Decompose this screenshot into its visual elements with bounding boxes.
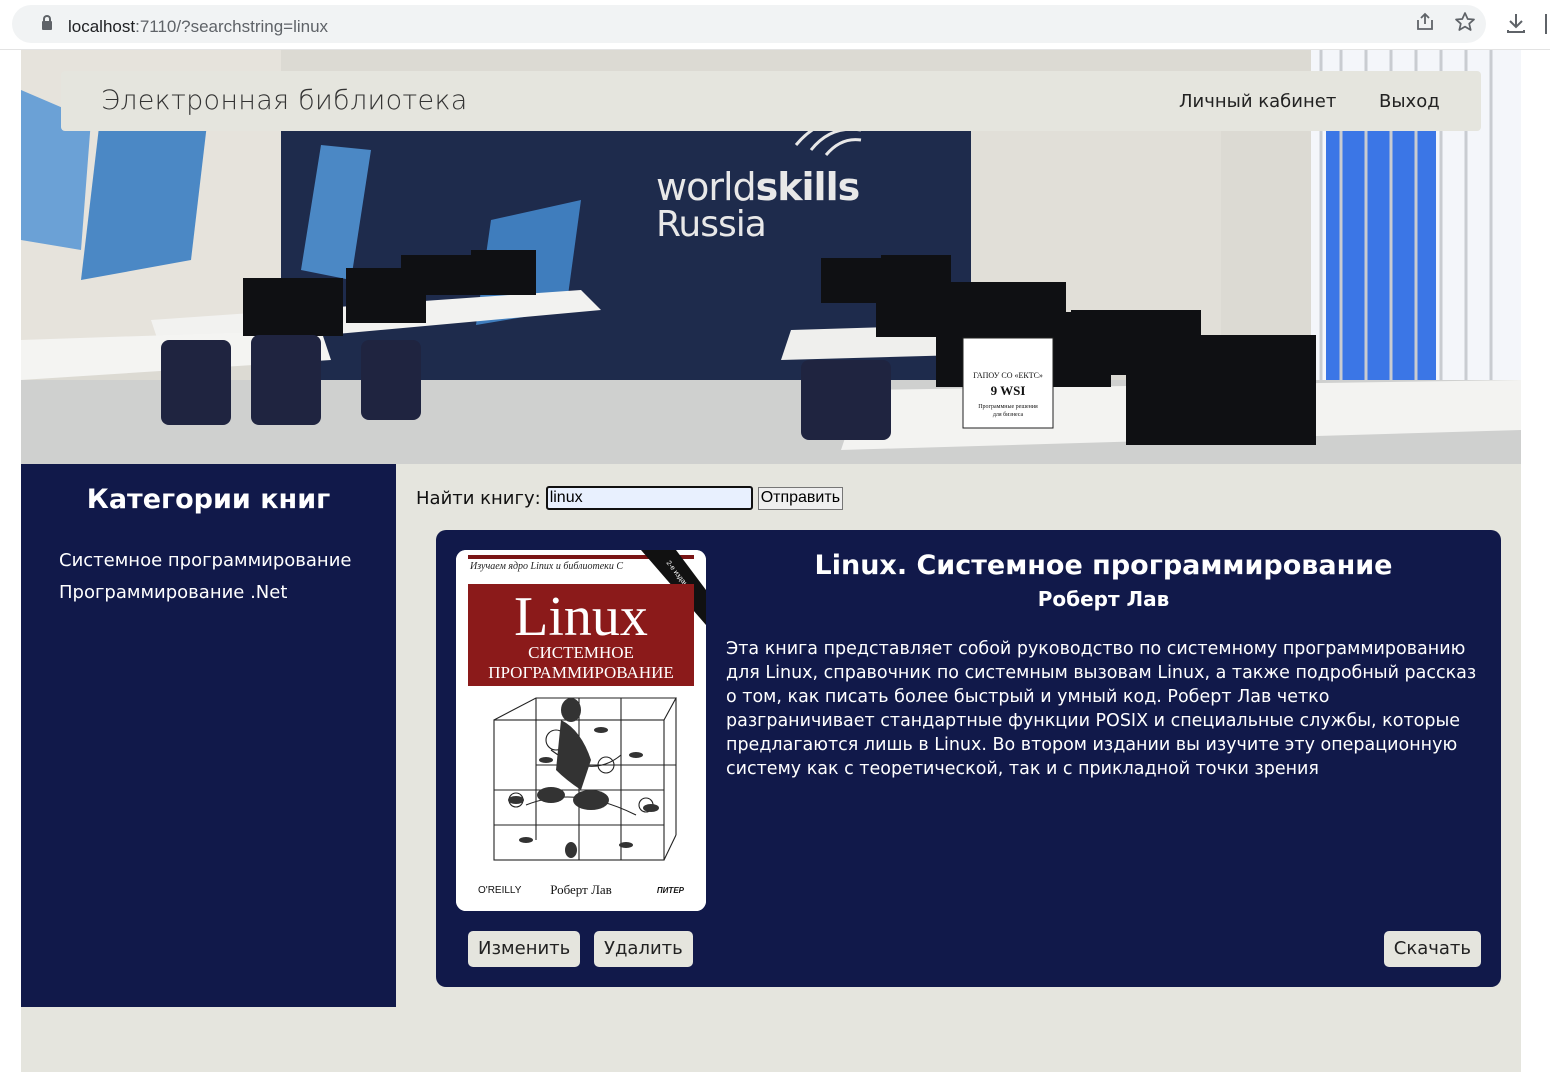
cover-publisher-left: O'REILLY bbox=[478, 885, 522, 896]
nav-link-logout[interactable]: Выход bbox=[1379, 91, 1440, 112]
category-link-system-programming[interactable]: Системное программирование bbox=[59, 550, 351, 571]
sign-line-4: для бизнеса bbox=[993, 411, 1024, 418]
address-bar[interactable]: localhost:7110/?searchstring=linux bbox=[12, 5, 1486, 43]
cover-subtitle-2: ПРОГРАММИРОВАНИЕ bbox=[488, 663, 674, 682]
browser-toolbar: localhost:7110/?searchstring=linux bbox=[0, 0, 1550, 50]
navbar: Электронная библиотека Личный кабинет Вы… bbox=[61, 71, 1481, 131]
nav-link-account[interactable]: Личный кабинет bbox=[1179, 91, 1336, 112]
search-submit-button[interactable]: Отправить bbox=[757, 486, 844, 510]
cover-big-title: Linux bbox=[514, 586, 648, 648]
url-text[interactable]: localhost:7110/?searchstring=linux bbox=[68, 17, 328, 37]
hero-image: ГАПОУ СО «ЕКТС» 9 WSI Программные решени… bbox=[21, 50, 1521, 464]
url-path: :7110/?searchstring=linux bbox=[135, 17, 329, 36]
book-cover: Изучаем ядро Linux и библиотеки С 2-е из… bbox=[456, 550, 706, 911]
lock-icon[interactable] bbox=[42, 15, 52, 30]
book-card: Изучаем ядро Linux и библиотеки С 2-е из… bbox=[436, 530, 1501, 987]
page: ГАПОУ СО «ЕКТС» 9 WSI Программные решени… bbox=[21, 50, 1521, 1072]
sign-line-2: 9 WSI bbox=[991, 383, 1026, 398]
menu-icon[interactable] bbox=[1544, 12, 1550, 36]
sign-line-3: Программные решения bbox=[978, 404, 1038, 410]
cover-subtitle-1: СИСТЕМНОЕ bbox=[528, 643, 634, 662]
svg-text:worldskills: worldskills bbox=[656, 165, 859, 209]
sign-line-1: ГАПОУ СО «ЕКТС» bbox=[973, 371, 1043, 380]
share-icon[interactable] bbox=[1414, 11, 1436, 38]
logo-skills: skills bbox=[756, 165, 860, 209]
delete-button[interactable]: Удалить bbox=[594, 931, 693, 967]
sidebar-title: Категории книг bbox=[86, 484, 331, 515]
download-button[interactable]: Скачать bbox=[1383, 931, 1481, 967]
book-title: Linux. Системное программирование bbox=[814, 550, 1393, 581]
logo-russia: Russia bbox=[656, 204, 766, 245]
book-description: Эта книга представляет собой руководство… bbox=[726, 639, 1477, 779]
search-form: Найти книгу: Отправить bbox=[416, 485, 844, 511]
categories-sidebar: Категории книг Системное программировани… bbox=[21, 464, 396, 1007]
cover-publisher-right: ПИТЕР bbox=[657, 886, 685, 895]
logo-world: world bbox=[656, 165, 756, 209]
brand-title[interactable]: Электронная библиотека bbox=[101, 85, 468, 116]
book-cover-art: Изучаем ядро Linux и библиотеки С 2-е из… bbox=[456, 550, 706, 911]
category-link-dotnet[interactable]: Программирование .Net bbox=[59, 582, 287, 603]
cover-author: Роберт Лав bbox=[550, 882, 612, 897]
cover-top-text: Изучаем ядро Linux и библиотеки С bbox=[469, 561, 623, 572]
search-input[interactable] bbox=[545, 486, 753, 510]
book-author: Роберт Лав bbox=[1037, 587, 1170, 611]
search-label: Найти книгу: bbox=[416, 487, 541, 509]
url-host: localhost bbox=[68, 17, 136, 36]
download-icon[interactable] bbox=[1504, 11, 1528, 40]
edit-button[interactable]: Изменить bbox=[468, 931, 581, 967]
star-icon[interactable] bbox=[1454, 11, 1476, 38]
